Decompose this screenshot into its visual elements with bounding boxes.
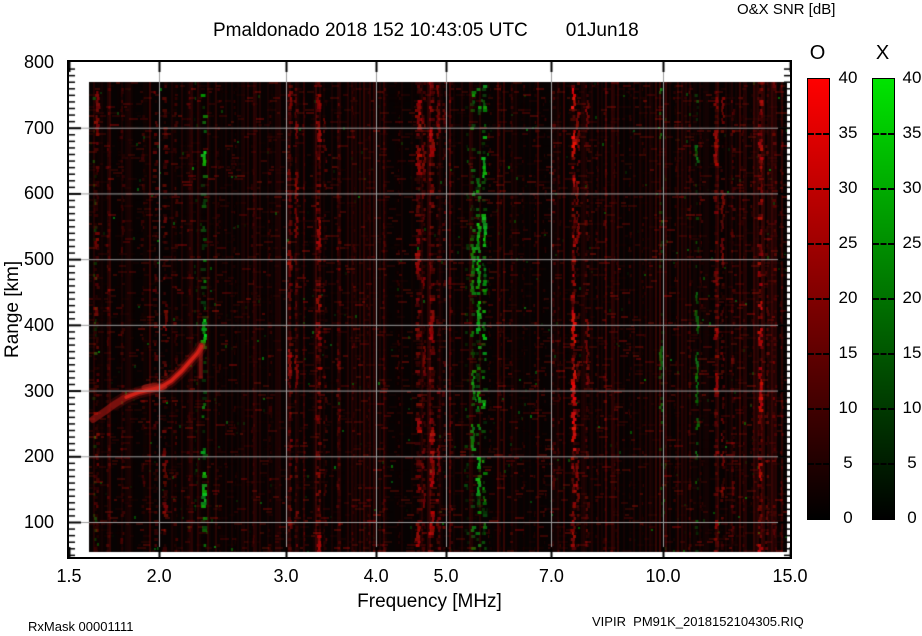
colorbar-tick-label: 15 xyxy=(832,343,864,363)
colorbar-tick-label: 35 xyxy=(896,123,922,143)
y-tick-label: 200 xyxy=(0,445,54,467)
colorbar-tick-label: 20 xyxy=(832,288,864,308)
o-colorbar xyxy=(807,78,830,520)
x-tick-label: 1.5 xyxy=(47,565,91,587)
colorbar-tick-label: 10 xyxy=(832,398,864,418)
y-tick-label: 100 xyxy=(0,511,54,533)
colorbar-tick-dash xyxy=(808,298,829,300)
colorbar-tick-dash xyxy=(873,298,894,300)
colorbar-tick-dash xyxy=(808,463,829,465)
colorbar-tick-dash xyxy=(873,243,894,245)
colorbar-tick-dash xyxy=(808,188,829,190)
y-tick-label: 800 xyxy=(0,51,54,73)
colorbar-tick-label: 35 xyxy=(832,123,864,143)
colorbar-tick-label: 30 xyxy=(896,178,922,198)
x-tick-label: 7.0 xyxy=(529,565,573,587)
colorbar-tick-label: 20 xyxy=(896,288,922,308)
colorbar-tick-label: 15 xyxy=(896,343,922,363)
colorbar-tick-label: 10 xyxy=(896,398,922,418)
ionogram-page: Pmaldonado 2018 152 10:43:05 UTC 01Jun18… xyxy=(0,0,922,636)
colorbar-tick-label: 0 xyxy=(896,508,922,528)
colorbar-tick-label: 5 xyxy=(832,453,864,473)
plot-title: Pmaldonado 2018 152 10:43:05 UTC 01Jun18 xyxy=(213,20,639,42)
o-colorbar-label: O xyxy=(805,42,830,65)
colorbar-tick-label: 40 xyxy=(832,68,864,88)
colorbar-tick-label: 25 xyxy=(896,233,922,253)
filename-text: VIPIR PM91K_2018152104305.RIQ xyxy=(592,614,804,629)
colorbar-tick-label: 40 xyxy=(896,68,922,88)
colorbar-tick-label: 25 xyxy=(832,233,864,253)
x-tick-label: 4.0 xyxy=(354,565,398,587)
plot-area xyxy=(67,60,792,559)
colorbar-tick-dash xyxy=(808,133,829,135)
x-tick-label: 2.0 xyxy=(137,565,181,587)
colorbar-tick-dash xyxy=(808,353,829,355)
title-date: 01Jun18 xyxy=(566,20,639,42)
y-tick-label: 600 xyxy=(0,182,54,204)
ionogram-canvas xyxy=(69,62,790,557)
x-colorbar xyxy=(872,78,895,520)
colorbar-tick-label: 0 xyxy=(832,508,864,528)
colorbar-tick-dash xyxy=(873,408,894,410)
colorbar-tick-label: 5 xyxy=(896,453,922,473)
colorbar-tick-dash xyxy=(808,243,829,245)
y-tick-label: 300 xyxy=(0,380,54,402)
colorbar-tick-dash xyxy=(873,353,894,355)
x-tick-label: 5.0 xyxy=(424,565,468,587)
title-station-time: Pmaldonado 2018 152 10:43:05 UTC xyxy=(213,20,528,42)
colorbar-tick-dash xyxy=(873,133,894,135)
x-tick-label: 3.0 xyxy=(264,565,308,587)
x-tick-label: 10.0 xyxy=(641,565,685,587)
colorbar-title: O&X SNR [dB] xyxy=(737,1,835,18)
rxmask-text: RxMask 00001111 xyxy=(28,619,134,634)
colorbar-tick-dash xyxy=(873,188,894,190)
y-tick-label: 500 xyxy=(0,248,54,270)
y-tick-label: 400 xyxy=(0,314,54,336)
x-colorbar-label: X xyxy=(870,42,895,65)
colorbar-tick-label: 30 xyxy=(832,178,864,198)
colorbar-tick-dash xyxy=(873,463,894,465)
x-axis-title: Frequency [MHz] xyxy=(69,591,790,613)
y-tick-label: 700 xyxy=(0,117,54,139)
x-tick-label: 15.0 xyxy=(768,565,812,587)
colorbar-tick-dash xyxy=(808,408,829,410)
